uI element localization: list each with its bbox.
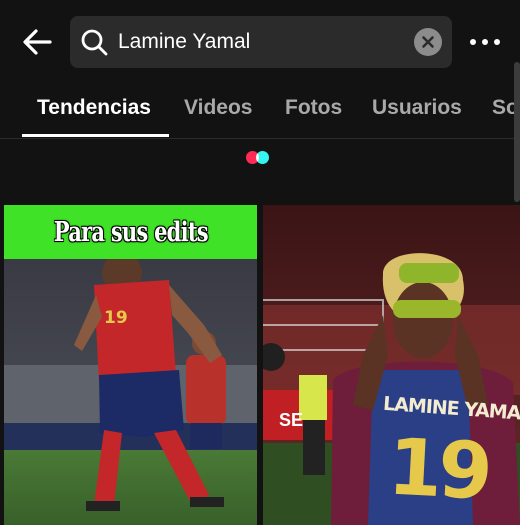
tab-usuarios[interactable]: Usuarios (372, 96, 462, 120)
tab-fotos[interactable]: Fotos (285, 96, 342, 120)
tab-videos[interactable]: Videos (184, 96, 252, 120)
more-options-button[interactable] (468, 30, 502, 54)
advertising-board-text: SE (279, 410, 304, 430)
clear-search-button[interactable] (414, 28, 442, 56)
loading-indicator (246, 151, 276, 165)
result-card-video[interactable]: LAMINE YAMAL 19 SE (263, 205, 520, 525)
search-input[interactable] (118, 16, 408, 68)
svg-text:19: 19 (104, 308, 128, 328)
top-bar (0, 0, 520, 84)
more-dot-icon (494, 39, 500, 45)
result-card-video[interactable]: 19 Para sus edits (4, 205, 257, 525)
close-icon (422, 36, 434, 48)
search-box[interactable] (70, 16, 452, 68)
tab-tendencias[interactable]: Tendencias (37, 96, 151, 120)
active-tab-indicator (22, 134, 169, 137)
back-button[interactable] (18, 22, 58, 62)
caption-text: Para sus edits (53, 216, 208, 248)
scrollbar[interactable] (514, 62, 520, 202)
caption-banner: Para sus edits (4, 205, 257, 259)
more-dot-icon (482, 39, 488, 45)
jersey-number-text: 19 (385, 422, 491, 518)
arrow-left-icon (23, 29, 52, 55)
results-grid: 19 Para sus edits LAMINE YAMAL 19 SE (0, 200, 520, 525)
loading-dot (256, 151, 269, 164)
search-icon (81, 29, 108, 56)
more-dot-icon (470, 39, 476, 45)
search-tabs: Tendencias Videos Fotos Usuarios So (0, 84, 520, 139)
